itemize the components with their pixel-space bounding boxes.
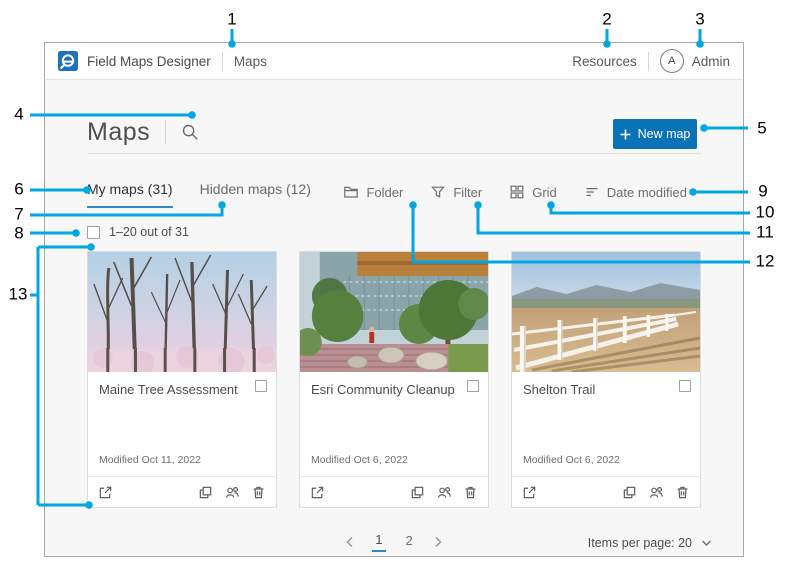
folder-control[interactable]: Folder bbox=[343, 184, 403, 200]
filter-label: Filter bbox=[453, 185, 482, 200]
nav-resources[interactable]: Resources bbox=[572, 54, 637, 69]
sort-label: Date modified bbox=[607, 185, 687, 200]
card-footer bbox=[512, 476, 700, 507]
card-checkbox[interactable] bbox=[255, 380, 267, 392]
tab-my-maps[interactable]: My maps (31) bbox=[87, 181, 173, 208]
filter-control[interactable]: Filter bbox=[430, 184, 482, 200]
card-footer bbox=[88, 476, 276, 507]
plus-icon bbox=[620, 129, 631, 140]
callout-4: 4 bbox=[14, 106, 23, 123]
share-group-icon[interactable] bbox=[224, 485, 240, 500]
map-thumbnail[interactable] bbox=[88, 252, 276, 372]
app-brand: Field Maps Designer bbox=[87, 54, 211, 69]
sort-control[interactable]: Date modified bbox=[584, 184, 687, 200]
folder-label: Folder bbox=[366, 185, 403, 200]
page-1-button[interactable]: 1 bbox=[372, 532, 385, 552]
map-card[interactable]: Shelton Trail Modified Oct 6, 2022 bbox=[511, 251, 701, 508]
callout-5: 5 bbox=[757, 120, 766, 137]
header-divider bbox=[648, 52, 649, 71]
callout-7: 7 bbox=[14, 206, 23, 223]
map-title[interactable]: Esri Community Cleanup bbox=[311, 382, 461, 398]
chevron-down-icon bbox=[701, 539, 712, 547]
view-controls: Folder Filter Grid bbox=[343, 184, 687, 200]
card-footer bbox=[300, 476, 488, 507]
trash-icon[interactable] bbox=[251, 485, 266, 500]
filter-icon bbox=[430, 184, 446, 200]
trash-icon[interactable] bbox=[675, 485, 690, 500]
modified-date: Modified Oct 6, 2022 bbox=[311, 454, 477, 470]
select-all-checkbox[interactable] bbox=[87, 226, 100, 239]
tabs: My maps (31) Hidden maps (12) bbox=[87, 181, 311, 208]
callout-12: 12 bbox=[756, 253, 775, 270]
share-group-icon[interactable] bbox=[648, 485, 664, 500]
grid-control[interactable]: Grid bbox=[509, 184, 557, 200]
new-map-label: New map bbox=[638, 127, 691, 141]
open-map-icon[interactable] bbox=[98, 485, 113, 500]
page-title: Maps bbox=[87, 118, 150, 147]
page-2-button[interactable]: 2 bbox=[403, 533, 416, 551]
share-group-icon[interactable] bbox=[436, 485, 452, 500]
open-map-icon[interactable] bbox=[522, 485, 537, 500]
esri-logo-icon[interactable] bbox=[58, 51, 78, 71]
nav-maps[interactable]: Maps bbox=[234, 54, 267, 69]
selection-row: 1–20 out of 31 bbox=[87, 225, 189, 239]
duplicate-icon[interactable] bbox=[622, 485, 637, 500]
modified-date: Modified Oct 6, 2022 bbox=[523, 454, 689, 470]
card-checkbox[interactable] bbox=[679, 380, 691, 392]
modified-date: Modified Oct 11, 2022 bbox=[99, 454, 265, 470]
map-card-list: Maine Tree Assessment Modified Oct 11, 2… bbox=[87, 251, 701, 508]
callout-3: 3 bbox=[695, 11, 704, 28]
selection-count: 1–20 out of 31 bbox=[109, 225, 189, 239]
chevron-left-icon[interactable] bbox=[345, 536, 355, 548]
map-title[interactable]: Shelton Trail bbox=[523, 382, 673, 398]
items-per-page-label: Items per page: 20 bbox=[588, 536, 692, 550]
title-rule bbox=[87, 153, 701, 154]
avatar[interactable]: A bbox=[660, 49, 684, 73]
sort-bars-icon bbox=[584, 184, 600, 200]
duplicate-icon[interactable] bbox=[410, 485, 425, 500]
card-body: Shelton Trail Modified Oct 6, 2022 bbox=[512, 372, 700, 476]
app-window: Field Maps Designer Maps Resources A Adm… bbox=[44, 42, 744, 557]
user-menu[interactable]: Admin bbox=[692, 54, 730, 69]
callout-2: 2 bbox=[602, 11, 611, 28]
header-divider bbox=[222, 52, 223, 71]
callout-10: 10 bbox=[756, 204, 775, 221]
map-card[interactable]: Maine Tree Assessment Modified Oct 11, 2… bbox=[87, 251, 277, 508]
callout-11: 11 bbox=[756, 224, 774, 241]
map-thumbnail[interactable] bbox=[300, 252, 488, 372]
card-body: Esri Community Cleanup Modified Oct 6, 2… bbox=[300, 372, 488, 476]
callout-13: 13 bbox=[9, 286, 28, 303]
trash-icon[interactable] bbox=[463, 485, 478, 500]
new-map-button[interactable]: New map bbox=[613, 119, 697, 149]
callout-8: 8 bbox=[14, 225, 23, 242]
duplicate-icon[interactable] bbox=[198, 485, 213, 500]
map-card[interactable]: Esri Community Cleanup Modified Oct 6, 2… bbox=[299, 251, 489, 508]
app-header: Field Maps Designer Maps Resources A Adm… bbox=[45, 43, 743, 80]
map-thumbnail[interactable] bbox=[512, 252, 700, 372]
map-title[interactable]: Maine Tree Assessment bbox=[99, 382, 249, 398]
open-map-icon[interactable] bbox=[310, 485, 325, 500]
title-divider bbox=[165, 120, 166, 144]
tab-hidden-maps[interactable]: Hidden maps (12) bbox=[200, 181, 311, 208]
callout-6: 6 bbox=[14, 181, 23, 198]
title-row: Maps bbox=[87, 113, 199, 151]
card-body: Maine Tree Assessment Modified Oct 11, 2… bbox=[88, 372, 276, 476]
search-icon[interactable] bbox=[181, 123, 199, 141]
items-per-page-select[interactable]: Items per page: 20 bbox=[588, 536, 712, 550]
callout-1: 1 bbox=[227, 11, 236, 28]
callout-9: 9 bbox=[758, 183, 767, 200]
chevron-right-icon[interactable] bbox=[433, 536, 443, 548]
grid-label: Grid bbox=[532, 185, 557, 200]
grid-icon bbox=[509, 184, 525, 200]
card-checkbox[interactable] bbox=[467, 380, 479, 392]
folder-icon bbox=[343, 184, 359, 200]
